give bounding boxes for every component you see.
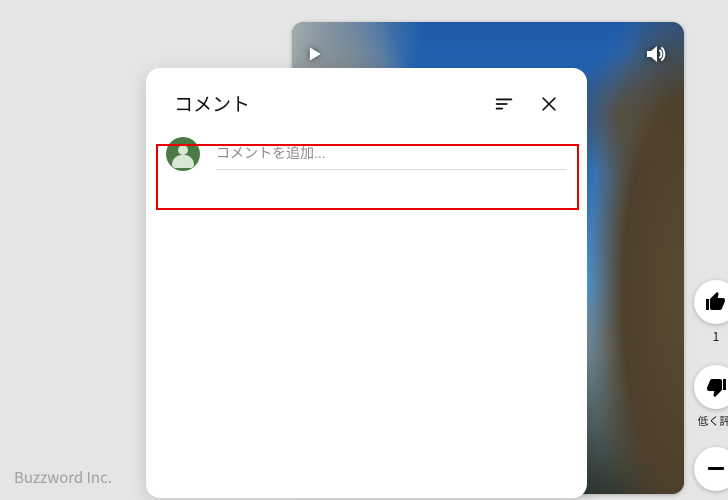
comment-input[interactable] bbox=[216, 141, 567, 170]
play-icon[interactable] bbox=[304, 42, 324, 66]
close-icon[interactable] bbox=[539, 94, 559, 114]
like-count: 1 bbox=[713, 328, 720, 345]
footer-brand: Buzzword Inc. bbox=[14, 467, 112, 488]
comment-panel: コメント bbox=[146, 68, 587, 498]
volume-icon[interactable] bbox=[642, 42, 668, 66]
comment-input-row bbox=[146, 125, 587, 177]
action-rail: 1 低く評 bbox=[694, 280, 728, 491]
dislike-label: 低く評 bbox=[698, 413, 728, 429]
avatar bbox=[166, 137, 200, 171]
dislike-button[interactable] bbox=[694, 365, 728, 409]
comment-header: コメント bbox=[146, 68, 587, 125]
comment-title: コメント bbox=[174, 90, 250, 117]
more-button[interactable] bbox=[694, 447, 728, 491]
like-button[interactable] bbox=[694, 280, 728, 324]
comment-header-actions bbox=[493, 93, 559, 115]
sort-icon[interactable] bbox=[493, 93, 515, 115]
